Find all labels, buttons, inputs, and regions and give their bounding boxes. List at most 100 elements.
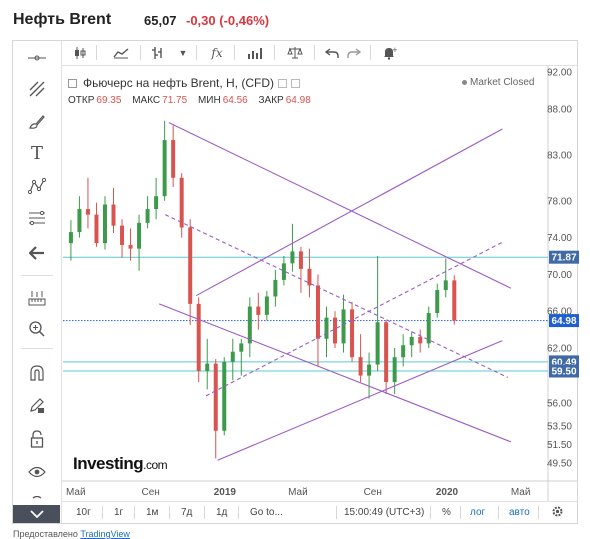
range-10y-button[interactable]: 10г [76,507,91,518]
y-tick-label: 74.00 [547,233,572,244]
candle-body [196,303,201,371]
price-label-text: 59.50 [551,367,576,378]
candle-body [452,280,457,321]
ohlc-legend: ОТКР 69.35 МАКС 71.75 МИН 64.56 ЗАКР 64.98 [68,95,319,106]
settings-toggle-icon[interactable] [291,78,301,88]
tradingview-link[interactable]: TradingView [80,529,130,539]
candle-body [137,222,142,249]
candle-body [68,232,73,244]
market-status-text: Market Closed [470,77,535,88]
y-tick-label: 49.50 [547,459,572,470]
collapse-legend-icon[interactable] [68,78,77,88]
auto-toggle[interactable]: авто [509,507,530,518]
candle-body [324,317,329,339]
series-name: Фьючерс на нефть Brent, H, (CFD) [83,76,275,90]
logo-domain: .com [143,458,168,472]
candle-body [443,280,448,291]
clock-time: 15:00:49 (UTC+3) [344,507,425,518]
candle-body [247,306,252,344]
candle-body [256,306,261,315]
range-1y-button[interactable]: 1г [114,507,123,518]
open-value: 69.35 [96,95,122,106]
candle-body [307,268,312,286]
candle-body [171,140,176,178]
series-legend: Фьючерс на нефть Brent, H, (CFD) [68,76,301,90]
y-tick-label: 56.00 [547,399,572,410]
candle-body [315,285,320,339]
candle-body [401,345,406,358]
candle-body [341,309,346,344]
visibility-toggle-icon[interactable] [278,78,288,88]
x-tick-label: Сен [141,487,159,498]
channel-line [196,128,503,297]
candle-body [111,204,116,226]
close-value: 64.98 [285,95,311,106]
x-tick-label: 2020 [436,487,459,498]
provider-credit: Предоставлено TradingView [13,529,130,539]
close-label: ЗАКР [258,95,284,106]
x-tick-label: Май [288,487,308,498]
high-value: 71.75 [162,95,188,106]
range-1d-button[interactable]: 1д [216,507,227,518]
candle-body [154,196,159,210]
candle-body [239,343,244,352]
x-tick-label: 2019 [214,487,237,498]
candle-body [94,214,99,244]
candle-body [102,204,107,244]
candle-body [162,140,167,197]
candle-body [333,317,338,344]
channel-line [164,214,509,378]
candle-body [435,290,440,314]
y-tick-label: 78.00 [547,196,572,207]
y-tick-label: 88.00 [547,104,572,115]
candle-body [409,336,414,346]
y-tick-label: 70.00 [547,270,572,281]
candle-body [120,225,125,245]
y-tick-label: 53.50 [547,422,572,433]
range-1m-button[interactable]: 1м [146,507,158,518]
candle-body [392,357,397,383]
candle-body [281,263,286,280]
y-tick-label: 51.50 [547,440,572,451]
gear-icon[interactable] [551,505,564,521]
y-tick-label: 83.00 [547,150,572,161]
y-tick-label: 92.00 [547,68,572,79]
percent-toggle[interactable]: % [442,507,451,518]
candle-body [418,336,423,344]
candle-body [273,279,278,297]
candle-body [230,351,235,362]
candle-body [128,244,133,249]
candle-body [350,309,355,358]
range-7d-button[interactable]: 7д [181,507,192,518]
credit-prefix: Предоставлено [13,529,78,539]
candle-body [384,322,389,383]
candle-body [298,251,303,269]
candle-body [358,357,363,376]
price-label-text: 71.87 [551,253,576,264]
investing-logo: Investing.com [73,454,168,474]
status-dot-icon [462,79,467,85]
candle-body [145,209,150,223]
open-label: ОТКР [68,95,95,106]
candle-body [213,363,218,431]
log-toggle[interactable]: лог [470,507,485,518]
candle-body [85,209,90,215]
candle-body [375,322,380,365]
candle-body [222,361,227,431]
candle-body [188,227,193,304]
candle-body [77,209,82,233]
candle-body [367,364,372,376]
x-tick-label: Сен [364,487,382,498]
market-status: Market Closed [462,77,534,88]
candle-body [264,296,269,315]
range-bar: 10г 1г 1м 7д 1д Go to... 15:00:49 (UTC+3… [62,501,577,523]
goto-date-button[interactable]: Go to... [250,507,283,518]
logo-brand: Investing [73,454,144,473]
low-value: 64.56 [222,95,248,106]
y-tick-label: 62.00 [547,344,572,355]
price-label-text: 64.98 [551,316,576,327]
low-label: МИН [197,95,221,106]
x-tick-label: Май [66,487,86,498]
channel-line [168,122,512,289]
x-tick-label: Май [511,487,531,498]
